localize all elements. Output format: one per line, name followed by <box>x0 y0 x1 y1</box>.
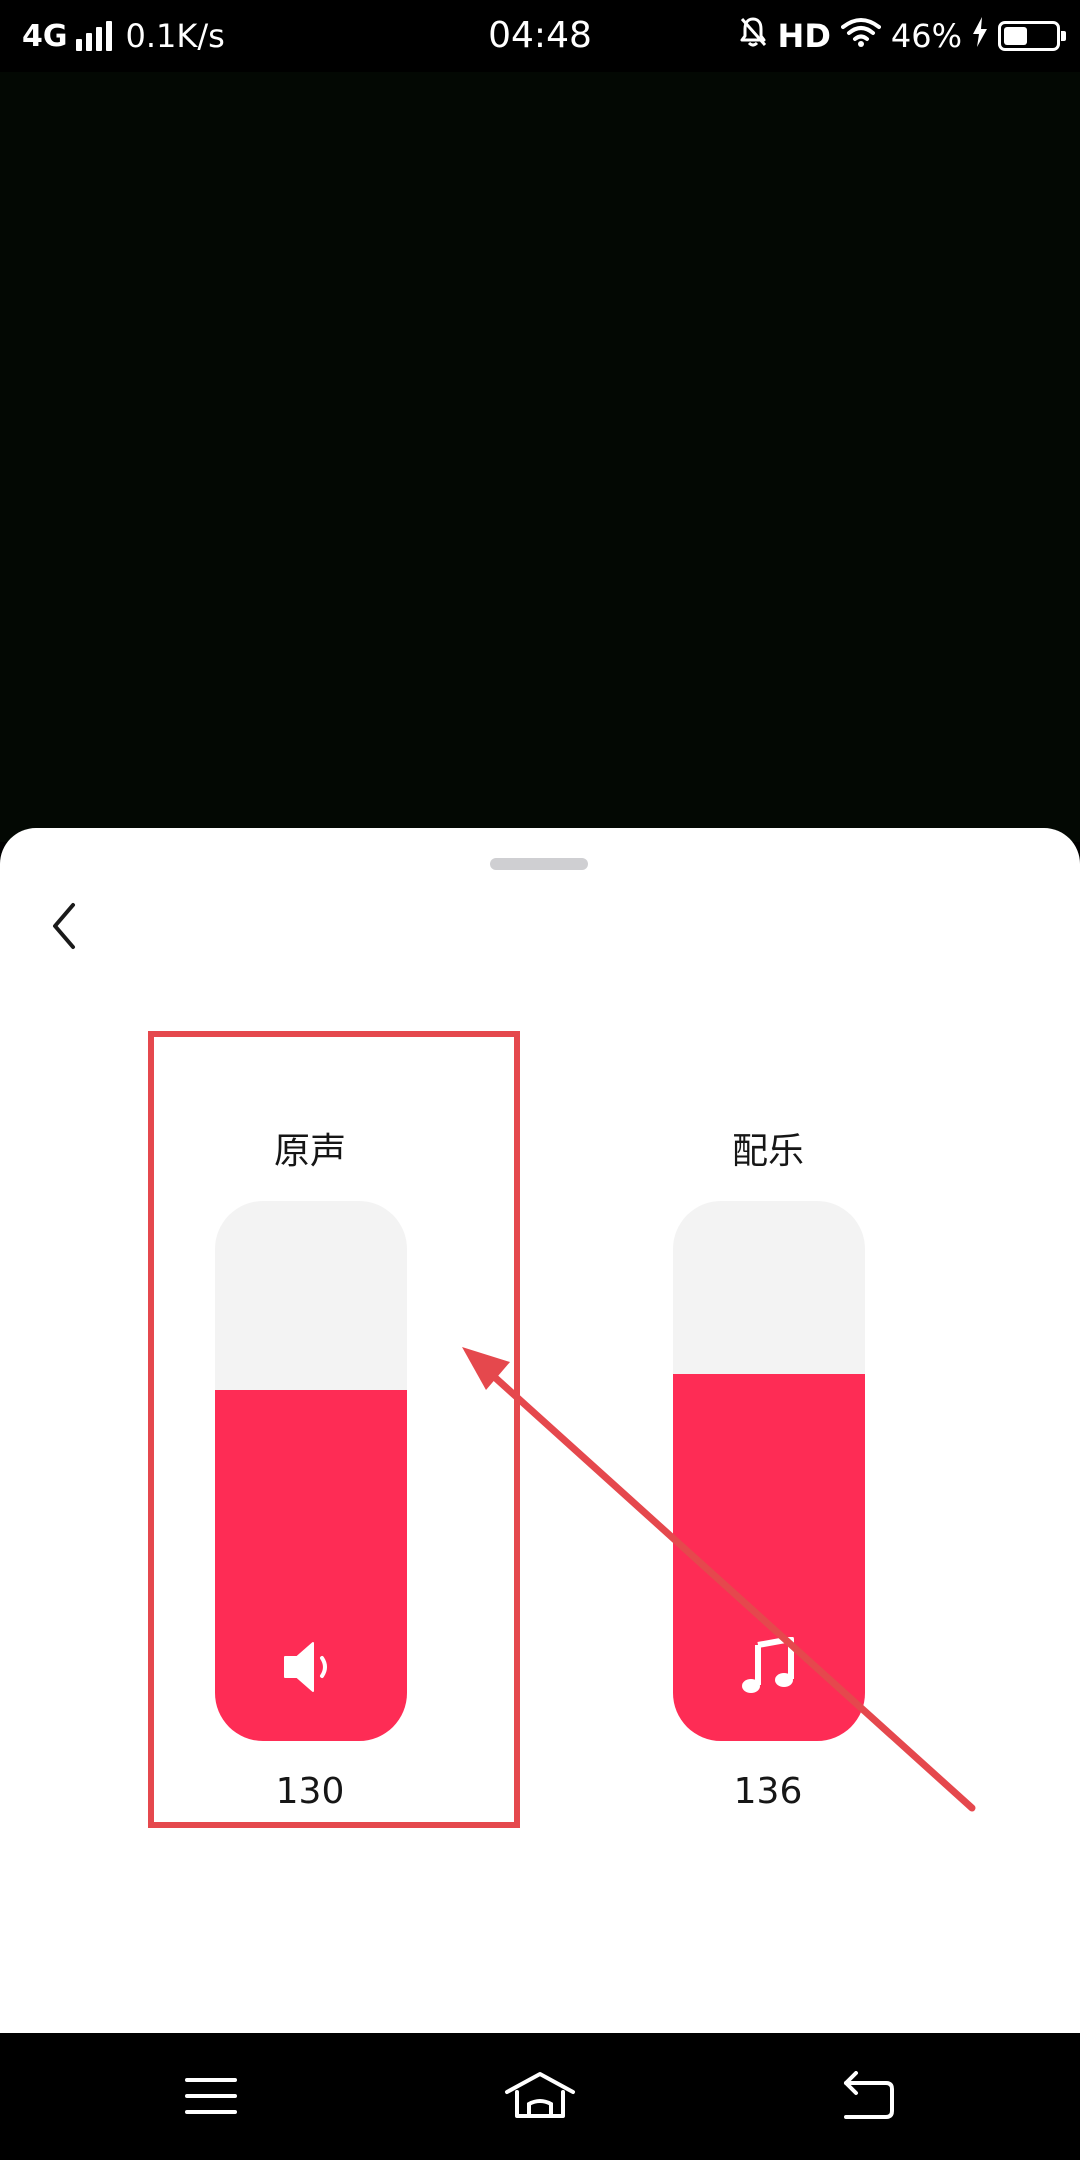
volume-sheet: 原声 130 配乐 136 <box>0 828 1080 2033</box>
speaker-icon <box>215 1637 407 1697</box>
battery-icon <box>998 21 1066 51</box>
wifi-icon <box>840 17 881 55</box>
battery-percent: 46% <box>890 17 962 55</box>
channel-value: 136 <box>733 1771 803 1812</box>
back-button[interactable] <box>34 888 94 968</box>
menu-icon <box>183 2074 239 2122</box>
chevron-left-icon <box>49 901 79 955</box>
original-sound-slider[interactable] <box>215 1201 407 1741</box>
menu-button[interactable] <box>156 2053 266 2143</box>
status-bar: 4G 0.1K/s 04:48 HD 46% <box>0 0 1080 72</box>
music-slider[interactable] <box>673 1201 865 1741</box>
channel-label: 配乐 <box>731 1131 804 1172</box>
mute-bell-icon <box>738 15 768 57</box>
charging-icon <box>972 17 988 55</box>
channel-value: 130 <box>275 1771 345 1812</box>
battery-level <box>1004 27 1027 45</box>
home-button[interactable] <box>485 2053 595 2143</box>
back-arrow-icon <box>838 2071 898 2125</box>
home-icon <box>503 2070 577 2126</box>
system-back-button[interactable] <box>813 2053 923 2143</box>
drag-handle[interactable] <box>490 858 588 870</box>
channel-label: 原声 <box>273 1131 346 1172</box>
navigation-bar <box>0 2033 1080 2160</box>
video-preview <box>0 72 1080 842</box>
music-note-icon <box>673 1637 865 1697</box>
status-right: HD 46% <box>738 14 1066 58</box>
hd-label: HD <box>777 17 831 55</box>
